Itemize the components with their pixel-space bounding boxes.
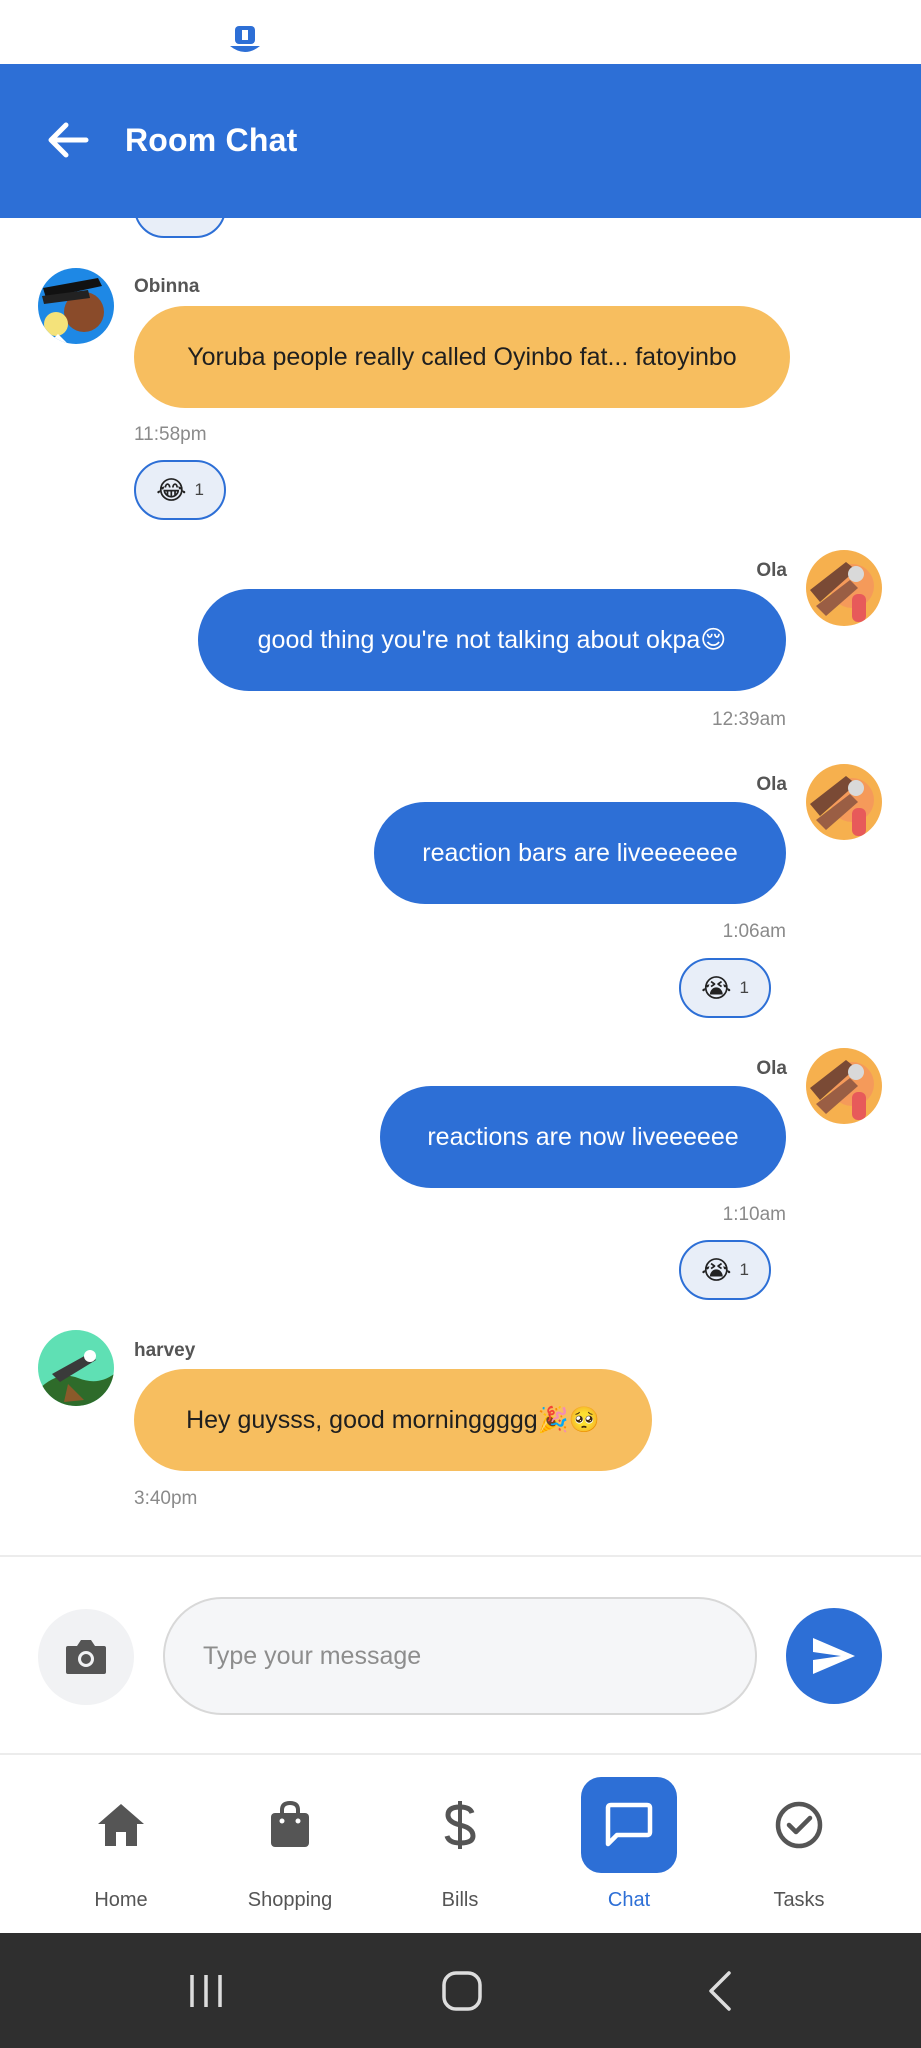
dollar-icon [444,1801,476,1849]
back-button[interactable] [40,112,96,168]
message-time: 12:39am [712,709,786,730]
reaction-chip[interactable]: 😂 1 [134,460,226,520]
avatar[interactable] [38,268,114,344]
app-logo-icon [230,26,260,52]
nav-label: Bills [441,1889,479,1911]
message-input[interactable] [163,1597,757,1715]
message-sender: Ola [756,1058,787,1079]
camera-icon [66,1640,106,1674]
nav-label: Shopping [247,1889,333,1911]
nav-label: Home [94,1889,148,1911]
reaction-count: 1 [194,480,204,499]
reaction-emoji: 😭 [701,1254,732,1285]
status-bar [0,0,921,64]
reaction-chip[interactable]: 😭 1 [679,1240,771,1300]
message-time: 3:40pm [134,1488,198,1509]
home-icon [98,1804,144,1846]
avatar[interactable] [38,1330,114,1406]
avatar-image-icon [38,1330,114,1406]
message-bubble[interactable]: reaction bars are liveeeeeee [374,802,786,904]
message-time: 1:10am [722,1204,786,1225]
recent-apps-icon [190,1975,222,2007]
home-circle-icon [442,1971,482,2011]
message-time: 11:58pm [134,424,207,445]
nav-label: Chat [607,1889,651,1911]
avatar[interactable] [806,550,882,626]
message-composer [0,1555,921,1753]
back-arrow-icon [48,122,89,158]
reaction-chip[interactable] [134,218,226,238]
send-button[interactable] [786,1608,882,1704]
send-icon [813,1638,855,1674]
message-sender: Ola [756,560,787,581]
nav-icon-wrap [412,1777,508,1873]
reaction-count: 1 [739,978,749,997]
nav-item-home[interactable]: Home [41,1755,201,1935]
message-sender: harvey [134,1340,196,1361]
page-title: Room Chat [125,122,298,158]
message-bubble[interactable]: Yoruba people really called Oyinbo fat..… [134,306,790,408]
nav-item-shopping[interactable]: Shopping [210,1755,370,1935]
message-sender: Obinna [134,276,200,297]
message-bubble[interactable]: good thing you're not talking about okpa… [198,589,786,691]
avatar-image-icon [38,268,114,344]
chat-message-list[interactable]: Obinna Yoruba people really called Oyinb… [0,218,921,1555]
message-bubble[interactable]: reactions are now liveeeeee [380,1086,786,1188]
check-circle-icon [775,1801,823,1849]
message-sender: Ola [756,774,787,795]
reaction-emoji: 😂 [156,474,187,505]
chevron-left-icon [709,1971,731,2011]
avatar-image-icon [806,764,882,840]
reaction-chip[interactable]: 😭 1 [679,958,771,1018]
avatar[interactable] [806,1048,882,1124]
camera-button[interactable] [38,1609,134,1705]
nav-icon-wrap [581,1777,677,1873]
message-bubble[interactable]: Hey guysss, good morninggggg🎉🥺 [134,1369,652,1471]
nav-icon-wrap [73,1777,169,1873]
reaction-count: 1 [739,1260,749,1279]
nav-item-bills[interactable]: Bills [380,1755,540,1935]
nav-label: Tasks [773,1889,825,1911]
avatar[interactable] [806,764,882,840]
nav-icon-wrap [751,1777,847,1873]
nav-item-chat[interactable]: Chat [549,1755,709,1935]
back-system-button[interactable] [690,1963,750,2019]
app-header: Room Chat [0,64,921,218]
home-system-button[interactable] [432,1963,492,2019]
avatar-image-icon [806,550,882,626]
nav-item-tasks[interactable]: Tasks [719,1755,879,1935]
chat-icon [605,1802,653,1847]
shopping-bag-icon [271,1801,309,1847]
nav-icon-wrap [242,1777,338,1873]
avatar-image-icon [806,1048,882,1124]
bottom-navigation: Home Shopping Bills Chat Tasks [0,1753,921,1933]
reaction-emoji: 😭 [701,972,732,1003]
system-navigation-bar [0,1933,921,2048]
message-time: 1:06am [722,921,786,942]
recent-apps-button[interactable] [176,1963,236,2019]
